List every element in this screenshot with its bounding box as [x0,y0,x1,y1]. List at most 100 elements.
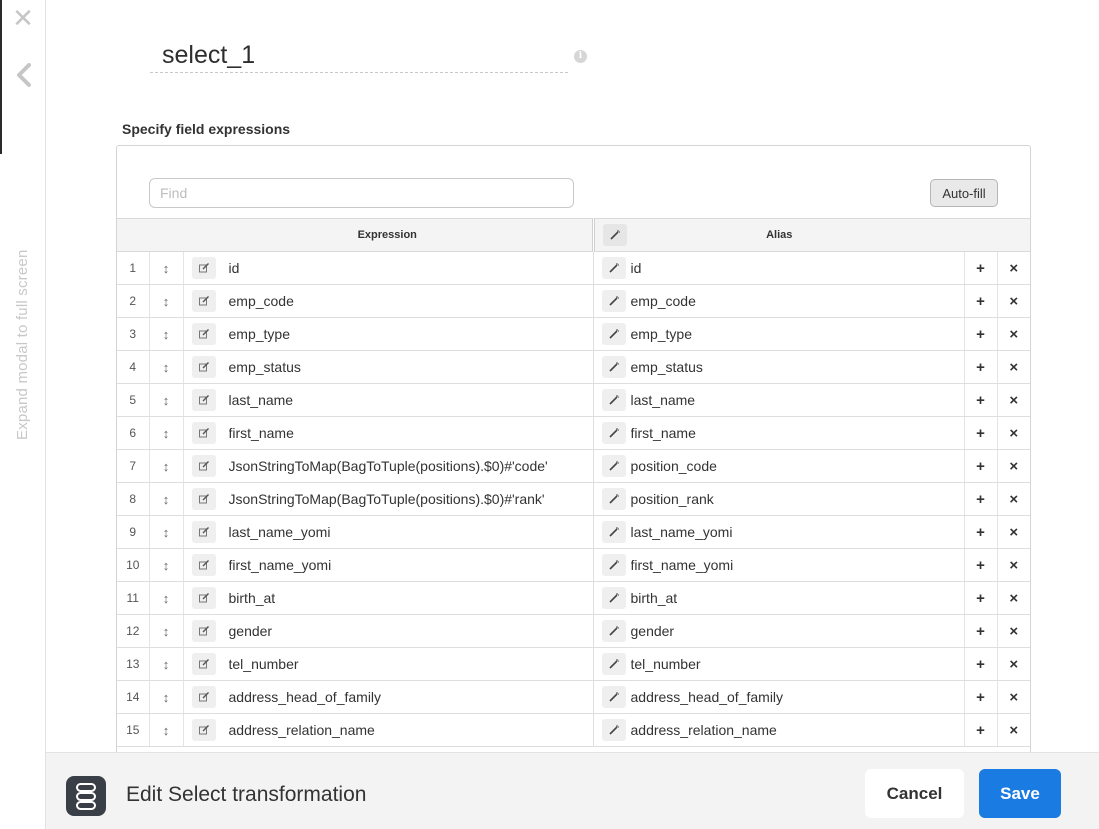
close-icon[interactable]: × [998,722,1031,739]
alias-cell[interactable]: address_relation_name [593,713,964,747]
expression-cell[interactable]: JsonStringToMap(BagToTuple(positions).$0… [183,482,594,516]
remove-row-button[interactable]: × [996,482,1030,516]
edit-icon[interactable] [191,455,216,477]
edit-icon[interactable] [191,323,216,345]
plus-icon[interactable]: + [965,722,997,739]
alias-text[interactable]: gender [631,623,675,639]
expression-text[interactable]: emp_status [229,359,301,375]
add-row-button[interactable]: + [963,284,997,318]
add-row-button[interactable]: + [963,614,997,648]
alias-cell[interactable]: position_code [593,449,964,483]
magic-wand-icon[interactable] [601,719,626,741]
alias-text[interactable]: first_name_yomi [631,557,734,573]
plus-icon[interactable]: + [965,656,997,673]
alias-cell[interactable]: id [593,251,964,285]
expression-text[interactable]: gender [229,623,273,639]
expression-text[interactable]: last_name_yomi [229,524,331,540]
drag-handle-icon[interactable]: ↕ [149,482,184,516]
drag-handle-icon[interactable]: ↕ [149,515,184,549]
expression-text[interactable]: emp_type [229,326,290,342]
chevron-left-icon[interactable] [14,62,34,88]
remove-row-button[interactable]: × [996,416,1030,450]
remove-row-button[interactable]: × [996,515,1030,549]
edit-icon[interactable] [191,389,216,411]
close-icon[interactable]: × [998,656,1031,673]
alias-text[interactable]: emp_status [631,359,703,375]
remove-row-button[interactable]: × [996,713,1031,747]
add-row-button[interactable]: + [963,482,997,516]
magic-wand-icon[interactable] [601,356,626,378]
alias-cell[interactable]: emp_code [593,284,964,318]
alias-text[interactable]: last_name_yomi [631,524,733,540]
drag-handle-icon[interactable]: ↕ [149,251,184,285]
remove-row-button[interactable]: × [996,680,1031,714]
expression-cell[interactable]: address_relation_name [183,713,594,747]
edit-icon[interactable] [191,422,216,444]
cancel-button[interactable]: Cancel [865,769,964,818]
drag-handle-icon[interactable]: ↕ [149,647,184,681]
plus-icon[interactable]: + [965,491,997,508]
drag-handle-icon[interactable]: ↕ [149,416,184,450]
edit-icon[interactable] [191,356,216,378]
page-title[interactable]: select_1 [162,41,255,70]
expression-text[interactable]: last_name [229,392,294,408]
alias-cell[interactable]: gender [593,614,964,648]
edit-icon[interactable] [191,488,216,510]
expression-text[interactable]: JsonStringToMap(BagToTuple(positions).$0… [229,458,548,474]
magic-wand-icon[interactable] [601,257,626,279]
magic-wand-icon[interactable] [601,554,626,576]
add-row-button[interactable]: + [963,416,997,450]
close-icon[interactable]: × [998,293,1031,310]
auto-fill-button[interactable]: Auto-fill [930,179,998,207]
info-icon[interactable]: i [574,50,587,63]
alias-text[interactable]: address_head_of_family [631,689,784,705]
expression-cell[interactable]: birth_at [183,581,594,615]
alias-text[interactable]: id [631,260,642,276]
remove-row-button[interactable]: × [996,317,1030,351]
add-row-button[interactable]: + [963,680,997,714]
drag-handle-icon[interactable]: ↕ [149,449,184,483]
expression-cell[interactable]: emp_status [183,350,594,384]
plus-icon[interactable]: + [965,260,997,277]
add-row-button[interactable]: + [963,449,997,483]
alias-cell[interactable]: address_head_of_family [593,680,964,714]
remove-row-button[interactable]: × [996,581,1030,615]
expression-cell[interactable]: first_name_yomi [183,548,594,582]
expression-cell[interactable]: JsonStringToMap(BagToTuple(positions).$0… [183,449,594,483]
edit-icon[interactable] [191,620,216,642]
expression-text[interactable]: address_relation_name [229,722,375,738]
expression-text[interactable]: address_head_of_family [229,689,382,705]
close-icon[interactable]: × [998,689,1031,706]
close-icon[interactable]: ✕ [12,6,34,32]
add-row-button[interactable]: + [963,251,997,285]
expression-text[interactable]: first_name_yomi [229,557,332,573]
expression-text[interactable]: tel_number [229,656,299,672]
expression-text[interactable]: id [229,260,240,276]
remove-row-button[interactable]: × [996,350,1030,384]
plus-icon[interactable]: + [965,359,997,376]
edit-icon[interactable] [191,653,216,675]
add-row-button[interactable]: + [963,548,997,582]
drag-handle-icon[interactable]: ↕ [149,713,184,747]
magic-wand-icon[interactable] [601,290,626,312]
magic-wand-icon[interactable] [601,521,626,543]
expression-text[interactable]: JsonStringToMap(BagToTuple(positions).$0… [229,491,545,507]
plus-icon[interactable]: + [965,326,997,343]
alias-cell[interactable]: first_name [593,416,964,450]
find-input[interactable] [149,178,574,208]
close-icon[interactable]: × [998,458,1031,475]
add-row-button[interactable]: + [963,515,997,549]
expression-text[interactable]: birth_at [229,590,276,606]
alias-cell[interactable]: emp_type [593,317,964,351]
drag-handle-icon[interactable]: ↕ [149,317,184,351]
close-icon[interactable]: × [998,623,1031,640]
expression-cell[interactable]: last_name_yomi [183,515,594,549]
edit-icon[interactable] [191,521,216,543]
magic-wand-icon[interactable] [602,224,627,246]
alias-cell[interactable]: last_name_yomi [593,515,964,549]
add-row-button[interactable]: + [963,581,997,615]
plus-icon[interactable]: + [965,623,997,640]
drag-handle-icon[interactable]: ↕ [149,350,184,384]
add-row-button[interactable]: + [963,713,997,747]
add-row-button[interactable]: + [963,647,997,681]
